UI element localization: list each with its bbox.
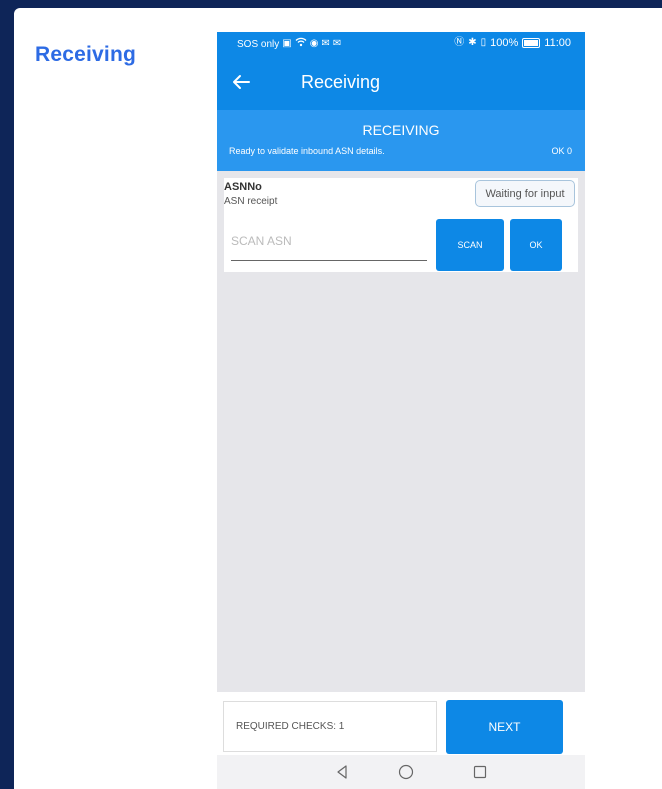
phone-screen: SOS only ▣ ◉ ✉ ✉ Ⓝ ✱ ▯ 100% 11:00 Receiv… bbox=[217, 32, 585, 789]
nav-back-icon[interactable] bbox=[333, 763, 351, 781]
receiving-header: RECEIVING Ready to validate inbound ASN … bbox=[217, 110, 585, 171]
scan-asn-input[interactable] bbox=[231, 222, 427, 261]
ok-button[interactable]: OK bbox=[510, 219, 562, 271]
app-bar: Receiving bbox=[217, 56, 585, 110]
back-arrow-icon[interactable] bbox=[229, 70, 253, 94]
nav-home-icon[interactable] bbox=[397, 763, 415, 781]
nfc-icon: Ⓝ bbox=[454, 37, 465, 48]
vibrate-icon: ▯ bbox=[480, 37, 487, 48]
asn-field-panel: ASNNo ASN receipt Waiting for input SCAN… bbox=[224, 178, 578, 272]
page-title: Receiving bbox=[35, 43, 137, 66]
wifi-icon bbox=[295, 37, 307, 51]
status-right: Ⓝ ✱ ▯ 100% 11:00 bbox=[454, 37, 571, 49]
status-left: SOS only ▣ ◉ ✉ ✉ bbox=[237, 37, 341, 51]
carrier-text: SOS only bbox=[237, 38, 280, 50]
status-badge: Waiting for input bbox=[475, 180, 575, 207]
bottom-action-bar: REQUIRED CHECKS: 1 NEXT bbox=[217, 692, 585, 755]
sim-icon: ▣ bbox=[282, 38, 292, 49]
next-button[interactable]: NEXT bbox=[446, 700, 563, 754]
field-label: ASNNo bbox=[224, 181, 262, 193]
content-card: Receiving SOS only ▣ ◉ ✉ ✉ Ⓝ ✱ ▯ 100% 11… bbox=[14, 8, 662, 789]
required-checks: REQUIRED CHECKS: 1 bbox=[223, 701, 437, 752]
battery-percent: 100% bbox=[490, 37, 519, 49]
field-description: ASN receipt bbox=[224, 196, 278, 207]
nav-recents-icon[interactable] bbox=[471, 763, 489, 781]
battery-icon bbox=[522, 38, 541, 48]
status-bar: SOS only ▣ ◉ ✉ ✉ Ⓝ ✱ ▯ 100% 11:00 bbox=[217, 32, 585, 56]
system-nav-bar bbox=[217, 755, 585, 789]
mail-icon-2: ✉ bbox=[332, 38, 342, 49]
eye-icon: ◉ bbox=[309, 38, 319, 49]
mail-icon: ✉ bbox=[321, 38, 330, 49]
scan-button[interactable]: SCAN bbox=[436, 219, 504, 271]
bluetooth-icon: ✱ bbox=[468, 37, 477, 48]
header-subtitle: Ready to validate inbound ASN details. bbox=[229, 146, 385, 156]
clock: 11:00 bbox=[544, 37, 571, 49]
header-title: RECEIVING bbox=[362, 122, 440, 138]
ok-counter: OK 0 bbox=[551, 146, 572, 156]
app-bar-title: Receiving bbox=[301, 72, 381, 92]
